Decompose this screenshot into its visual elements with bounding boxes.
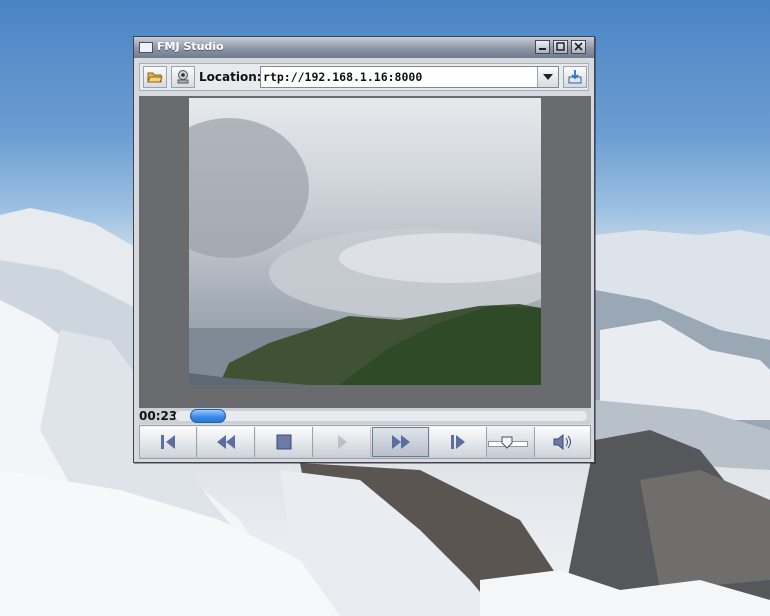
- mute-button[interactable]: [534, 427, 590, 457]
- maximize-icon: [556, 42, 565, 51]
- close-button[interactable]: [571, 40, 586, 54]
- volume-thumb[interactable]: [501, 436, 513, 449]
- volume-slider[interactable]: [486, 427, 534, 457]
- video-frame[interactable]: [189, 98, 541, 385]
- video-content: [189, 118, 541, 385]
- step-forward-icon: [451, 435, 465, 449]
- location-dropdown-button[interactable]: [537, 67, 558, 87]
- step-forward-button[interactable]: [430, 427, 487, 457]
- time-display: 00:23: [139, 409, 178, 423]
- fast-forward-button[interactable]: [372, 427, 429, 457]
- control-bar: [139, 425, 591, 459]
- location-combobox[interactable]: [260, 66, 559, 88]
- stop-button[interactable]: [256, 427, 313, 457]
- close-icon: [574, 42, 583, 51]
- maximize-button[interactable]: [553, 40, 568, 54]
- window-icon: [139, 42, 153, 53]
- folder-open-icon: [147, 72, 163, 83]
- seek-thumb[interactable]: [190, 409, 227, 423]
- play-button[interactable]: [314, 427, 371, 457]
- fast-forward-icon: [391, 435, 410, 449]
- play-icon: [338, 435, 347, 449]
- webcam-icon: [177, 70, 189, 84]
- location-input[interactable]: [261, 67, 539, 87]
- toolbar: Location:: [139, 63, 589, 91]
- progress-row: 00:23: [139, 408, 591, 424]
- minimize-button[interactable]: [535, 40, 550, 54]
- title-bar[interactable]: FMJ Studio: [134, 37, 594, 58]
- step-back-button[interactable]: [140, 427, 197, 457]
- rewind-icon: [217, 435, 235, 449]
- step-back-icon: [161, 435, 175, 449]
- open-file-button[interactable]: [143, 66, 167, 88]
- minimize-icon: [539, 48, 546, 50]
- fmj-studio-window: FMJ Studio Location: rtp://192.168.1.16:…: [133, 36, 595, 463]
- load-url-button[interactable]: [563, 66, 587, 88]
- location-label: Location:: [199, 70, 262, 84]
- seek-bar[interactable]: [175, 411, 587, 421]
- load-url-icon: [568, 70, 582, 84]
- stop-icon: [276, 434, 292, 450]
- window-title: FMJ Studio: [157, 40, 224, 53]
- chevron-down-icon: [543, 74, 553, 80]
- rewind-button[interactable]: [198, 427, 255, 457]
- capture-device-button[interactable]: [171, 66, 195, 88]
- speaker-icon: [553, 433, 571, 451]
- video-panel: [139, 96, 591, 408]
